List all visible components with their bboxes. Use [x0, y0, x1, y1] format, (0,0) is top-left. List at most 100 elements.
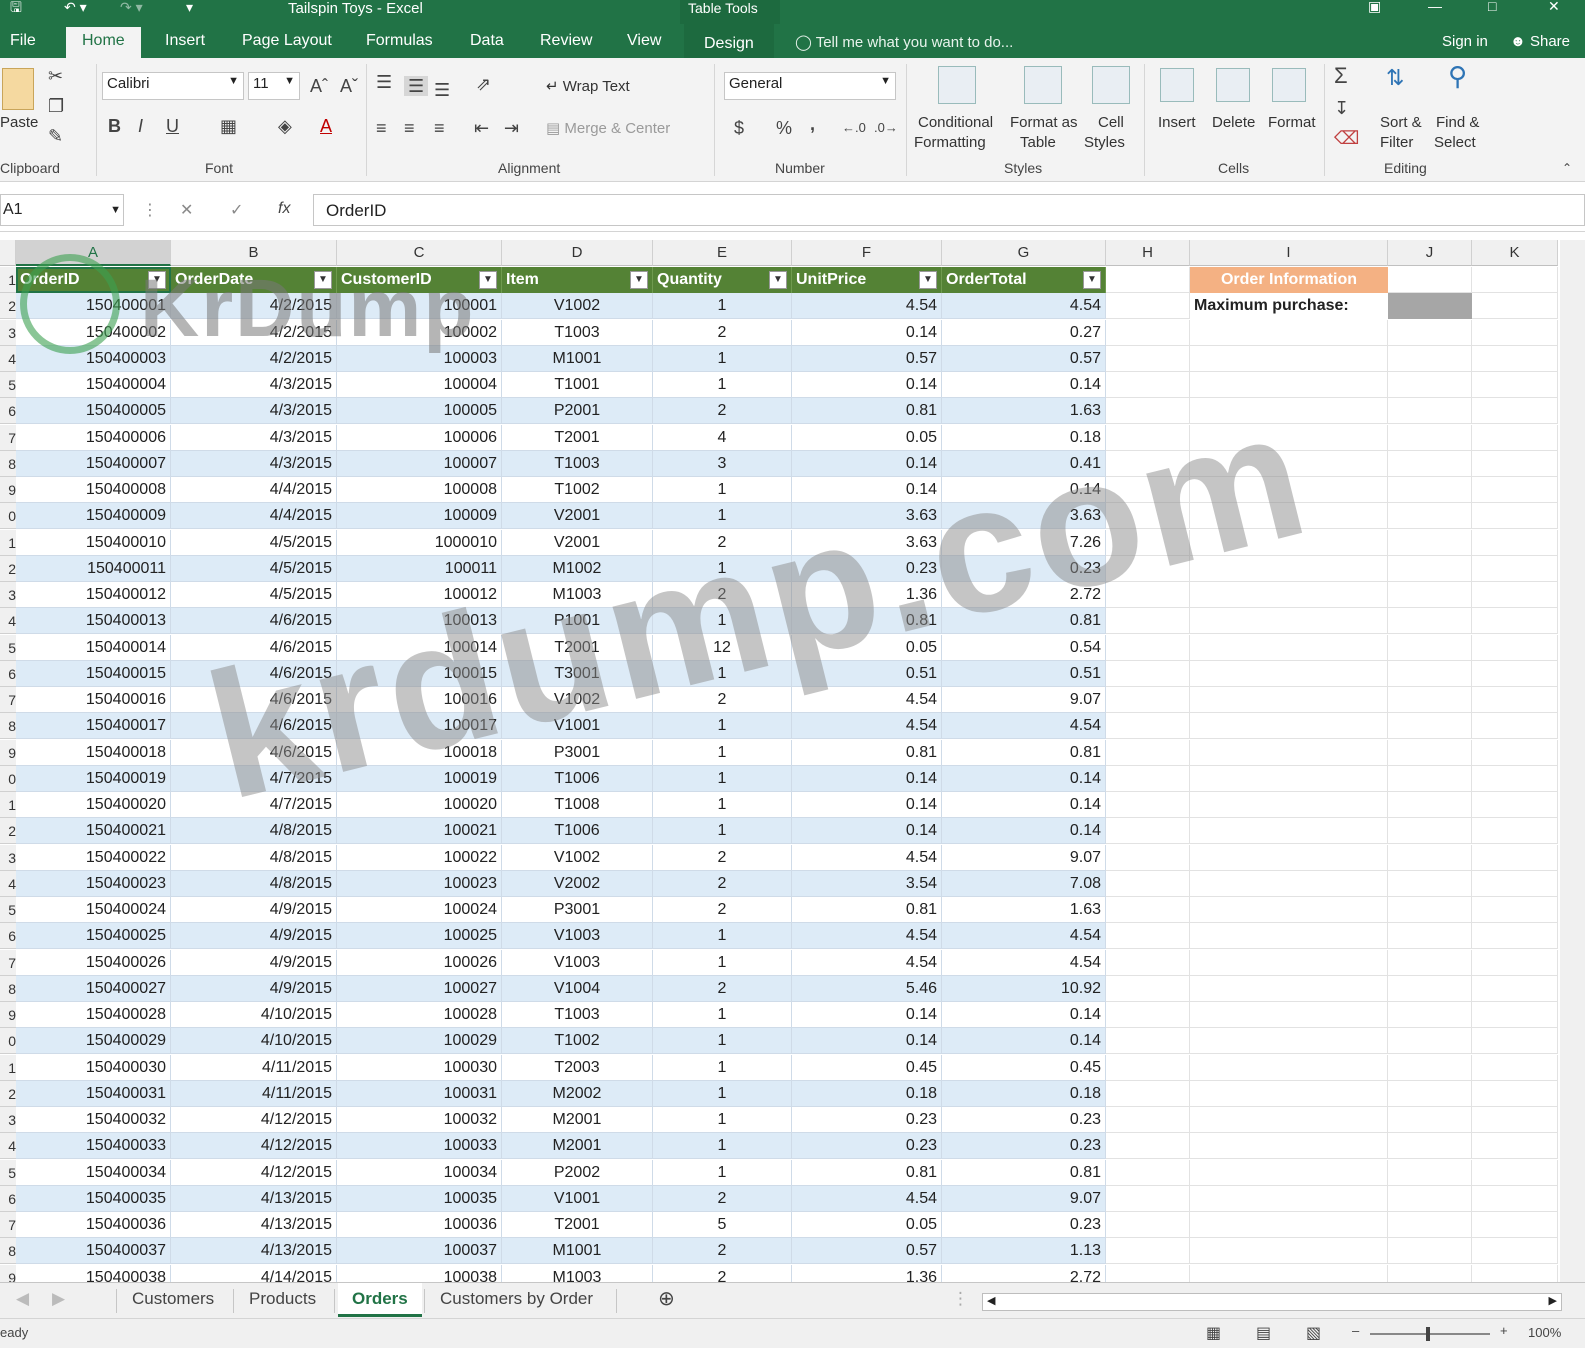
empty-cell[interactable]	[1106, 1080, 1190, 1107]
table-cell[interactable]: 0.23	[792, 1133, 942, 1160]
empty-cell[interactable]	[1388, 634, 1472, 661]
row-header[interactable]: 4	[0, 1133, 16, 1160]
table-cell[interactable]: 150400011	[16, 555, 171, 582]
empty-cell[interactable]	[1472, 372, 1558, 398]
table-cell[interactable]: 1	[653, 345, 792, 372]
table-cell[interactable]: 0.51	[942, 660, 1106, 687]
decrease-indent-icon[interactable]: ⇤	[474, 118, 489, 138]
tab-review[interactable]: Review	[540, 30, 592, 52]
table-cell[interactable]: 2	[653, 897, 792, 923]
row-header[interactable]: 7	[0, 1212, 16, 1238]
empty-cell[interactable]	[1106, 870, 1190, 897]
table-cell[interactable]: P3001	[502, 897, 653, 923]
table-cell[interactable]: 100030	[337, 1054, 502, 1081]
empty-cell[interactable]	[1190, 713, 1388, 740]
empty-cell[interactable]	[1190, 923, 1388, 950]
tab-page-layout[interactable]: Page Layout	[242, 30, 332, 52]
empty-cell[interactable]	[1388, 503, 1472, 530]
empty-cell[interactable]	[1190, 897, 1388, 923]
empty-cell[interactable]	[1388, 319, 1472, 346]
table-cell[interactable]: 0.14	[792, 1002, 942, 1028]
table-cell[interactable]: V1001	[502, 1185, 653, 1212]
italic-button[interactable]: I	[138, 116, 143, 136]
wrap-text-button[interactable]: ↵ Wrap Text	[546, 78, 630, 96]
table-cell[interactable]: 150400012	[16, 582, 171, 608]
column-header-i[interactable]: I	[1190, 240, 1388, 266]
empty-cell[interactable]	[1106, 949, 1190, 976]
zoom-out-icon[interactable]: –	[1352, 1323, 1359, 1338]
empty-cell[interactable]	[1388, 713, 1472, 740]
empty-cell[interactable]	[1472, 1159, 1558, 1186]
empty-cell[interactable]	[1472, 450, 1558, 477]
zoom-slider[interactable]	[1370, 1333, 1490, 1335]
zoom-slider-thumb[interactable]	[1426, 1327, 1430, 1341]
table-cell[interactable]: 0.57	[942, 345, 1106, 372]
sheet-tab-products[interactable]: Products	[249, 1289, 316, 1309]
column-header-e[interactable]: E	[653, 240, 792, 266]
row-header[interactable]: 6	[0, 398, 16, 425]
empty-cell[interactable]	[1472, 529, 1558, 556]
table-cell[interactable]: 0.23	[942, 1107, 1106, 1133]
table-cell[interactable]: 2	[653, 975, 792, 1002]
table-cell[interactable]: 4/8/2015	[171, 844, 337, 871]
empty-cell[interactable]	[1388, 1028, 1472, 1055]
empty-cell[interactable]	[1190, 345, 1388, 372]
empty-cell[interactable]	[1388, 1264, 1472, 1282]
table-cell[interactable]: 100033	[337, 1133, 502, 1160]
table-cell[interactable]: 2.72	[942, 1264, 1106, 1282]
table-cell[interactable]: 150400037	[16, 1238, 171, 1265]
row-header[interactable]: 9	[0, 1264, 16, 1282]
empty-cell[interactable]	[1190, 319, 1388, 346]
empty-cell[interactable]	[1388, 923, 1472, 950]
empty-cell[interactable]	[1106, 1028, 1190, 1055]
table-cell[interactable]: 0.14	[942, 792, 1106, 818]
merge-center-button[interactable]: ▤ Merge & Center	[546, 120, 670, 138]
empty-cell[interactable]	[1388, 949, 1472, 976]
table-cell[interactable]: 0.81	[942, 1159, 1106, 1186]
cut-icon[interactable]: ✂	[48, 66, 63, 86]
table-cell[interactable]: 1	[653, 1159, 792, 1186]
row-header[interactable]: 8	[0, 975, 16, 1002]
row-header[interactable]: 7	[0, 949, 16, 976]
empty-cell[interactable]	[1472, 293, 1558, 320]
filter-dropdown-icon[interactable]: ▼	[630, 271, 648, 289]
empty-cell[interactable]	[1106, 687, 1190, 713]
add-sheet-icon[interactable]: ⊕	[658, 1286, 675, 1311]
empty-cell[interactable]	[1388, 345, 1472, 372]
empty-cell[interactable]	[1388, 424, 1472, 451]
tab-split-handle-icon[interactable]: ⋮	[952, 1289, 969, 1309]
table-cell[interactable]: 4/3/2015	[171, 372, 337, 398]
table-cell[interactable]: 100034	[337, 1159, 502, 1186]
sign-in-link[interactable]: Sign in	[1442, 33, 1488, 50]
sheet-tab-orders[interactable]: Orders	[338, 1283, 422, 1317]
empty-cell[interactable]	[1472, 398, 1558, 425]
row-header[interactable]: 3	[0, 319, 16, 346]
table-cell[interactable]: 0.45	[942, 1054, 1106, 1081]
empty-cell[interactable]	[1472, 1185, 1558, 1212]
empty-cell[interactable]	[1106, 844, 1190, 871]
row-header[interactable]: 4	[0, 870, 16, 897]
increase-decimal-icon[interactable]: ←.0	[842, 118, 866, 138]
row-header[interactable]: 4	[0, 608, 16, 635]
table-cell[interactable]: 2	[653, 1185, 792, 1212]
row-header[interactable]: 2	[0, 818, 16, 845]
close-icon[interactable]: ✕	[1548, 0, 1560, 13]
empty-cell[interactable]	[1106, 634, 1190, 661]
sheet-tab-customers-by-order[interactable]: Customers by Order	[440, 1289, 593, 1309]
row-header[interactable]: 0	[0, 1028, 16, 1055]
empty-cell[interactable]	[1472, 713, 1558, 740]
table-cell[interactable]: P2001	[502, 398, 653, 425]
empty-cell[interactable]	[1472, 1133, 1558, 1160]
table-cell[interactable]: 2	[653, 398, 792, 425]
table-cell[interactable]: M2002	[502, 1080, 653, 1107]
maximum-purchase-value-cell[interactable]	[1388, 293, 1472, 320]
fill-icon[interactable]: ↧	[1334, 98, 1349, 118]
row-header[interactable]: 9	[0, 477, 16, 503]
empty-cell[interactable]	[1388, 1080, 1472, 1107]
empty-cell[interactable]	[1472, 634, 1558, 661]
table-cell[interactable]: M2001	[502, 1133, 653, 1160]
table-cell[interactable]: 1.13	[942, 1238, 1106, 1265]
empty-cell[interactable]	[1388, 660, 1472, 687]
empty-cell[interactable]	[1106, 267, 1190, 293]
empty-cell[interactable]	[1106, 713, 1190, 740]
